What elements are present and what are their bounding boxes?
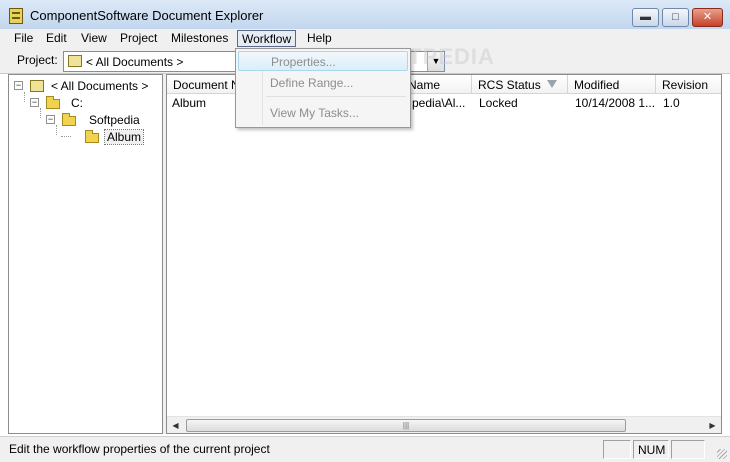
cell-revision: 1.0 — [663, 96, 680, 110]
status-bar: Edit the workflow properties of the curr… — [0, 436, 730, 462]
cell-modified: 10/14/2008 1... — [575, 96, 656, 110]
resize-grip[interactable] — [717, 449, 727, 459]
collapse-icon[interactable]: − — [30, 98, 39, 107]
column-modified[interactable]: Modified — [568, 75, 656, 94]
tree-node-label: C: — [71, 96, 83, 110]
filter-icon[interactable] — [547, 80, 557, 88]
menu-view[interactable]: View — [77, 30, 111, 47]
collapse-icon[interactable]: − — [14, 81, 23, 90]
menu-help[interactable]: Help — [303, 30, 336, 47]
menu-project[interactable]: Project — [116, 30, 161, 47]
tree-node-label: Album — [103, 129, 145, 145]
documents-icon — [68, 55, 82, 67]
window-title: ComponentSoftware Document Explorer — [30, 8, 264, 23]
menu-item-define-range[interactable]: Define Range... — [238, 73, 408, 93]
title-bar[interactable]: ComponentSoftware Document Explorer ▬ □ … — [0, 0, 730, 30]
document-list[interactable]: Document Name Name RCS Status Modified R… — [166, 74, 722, 434]
folder-icon — [62, 113, 76, 126]
tree-node-album[interactable]: Album — [71, 129, 156, 145]
project-label: Project: — [17, 53, 58, 67]
scroll-thumb[interactable]: ||| — [186, 419, 626, 432]
tree-node-drive[interactable]: − C: — [29, 95, 149, 111]
menu-item-view-my-tasks[interactable]: View My Tasks... — [238, 103, 408, 123]
menu-edit[interactable]: Edit — [42, 30, 71, 47]
column-label: RCS Status — [478, 78, 541, 92]
maximize-button[interactable]: □ — [662, 8, 689, 27]
scroll-left-button[interactable]: ◀ — [167, 417, 184, 434]
documents-icon — [30, 80, 44, 92]
project-dropdown-value: < All Documents > — [86, 55, 184, 69]
menu-file[interactable]: File — [10, 30, 37, 47]
status-panel-num: NUM — [633, 440, 669, 459]
tree-node-all-documents[interactable]: − < All Documents > — [13, 78, 161, 94]
horizontal-scrollbar[interactable]: ◀ ||| ▶ — [167, 416, 721, 433]
minimize-button[interactable]: ▬ — [632, 8, 659, 27]
collapse-icon[interactable]: − — [46, 115, 55, 124]
status-message: Edit the workflow properties of the curr… — [9, 442, 270, 456]
tree-node-label: Softpedia — [89, 113, 140, 127]
close-button[interactable]: ✕ — [692, 8, 723, 27]
folder-tree[interactable]: − < All Documents > − C: − Softpedia Alb… — [8, 74, 163, 434]
cell-name: pedia\Al... — [412, 96, 466, 110]
menu-milestones[interactable]: Milestones — [167, 30, 232, 47]
workflow-dropdown-menu: Properties... Define Range... View My Ta… — [235, 48, 411, 128]
column-revision[interactable]: Revision — [656, 75, 721, 94]
column-rcs-status[interactable]: RCS Status — [472, 75, 568, 94]
cell-rcs-status: Locked — [479, 96, 518, 110]
open-folder-icon — [85, 130, 99, 143]
tree-line — [61, 136, 71, 137]
scroll-right-button[interactable]: ▶ — [704, 417, 721, 434]
menu-workflow[interactable]: Workflow — [237, 30, 297, 47]
folder-icon — [46, 96, 60, 109]
status-panel-caps — [603, 440, 631, 459]
menu-item-properties[interactable]: Properties... — [238, 51, 408, 71]
app-icon — [9, 8, 23, 24]
menu-separator — [266, 96, 406, 97]
status-panel-scroll — [671, 440, 705, 459]
tree-node-softpedia[interactable]: − Softpedia — [45, 112, 160, 128]
tree-node-label: < All Documents > — [51, 79, 149, 93]
